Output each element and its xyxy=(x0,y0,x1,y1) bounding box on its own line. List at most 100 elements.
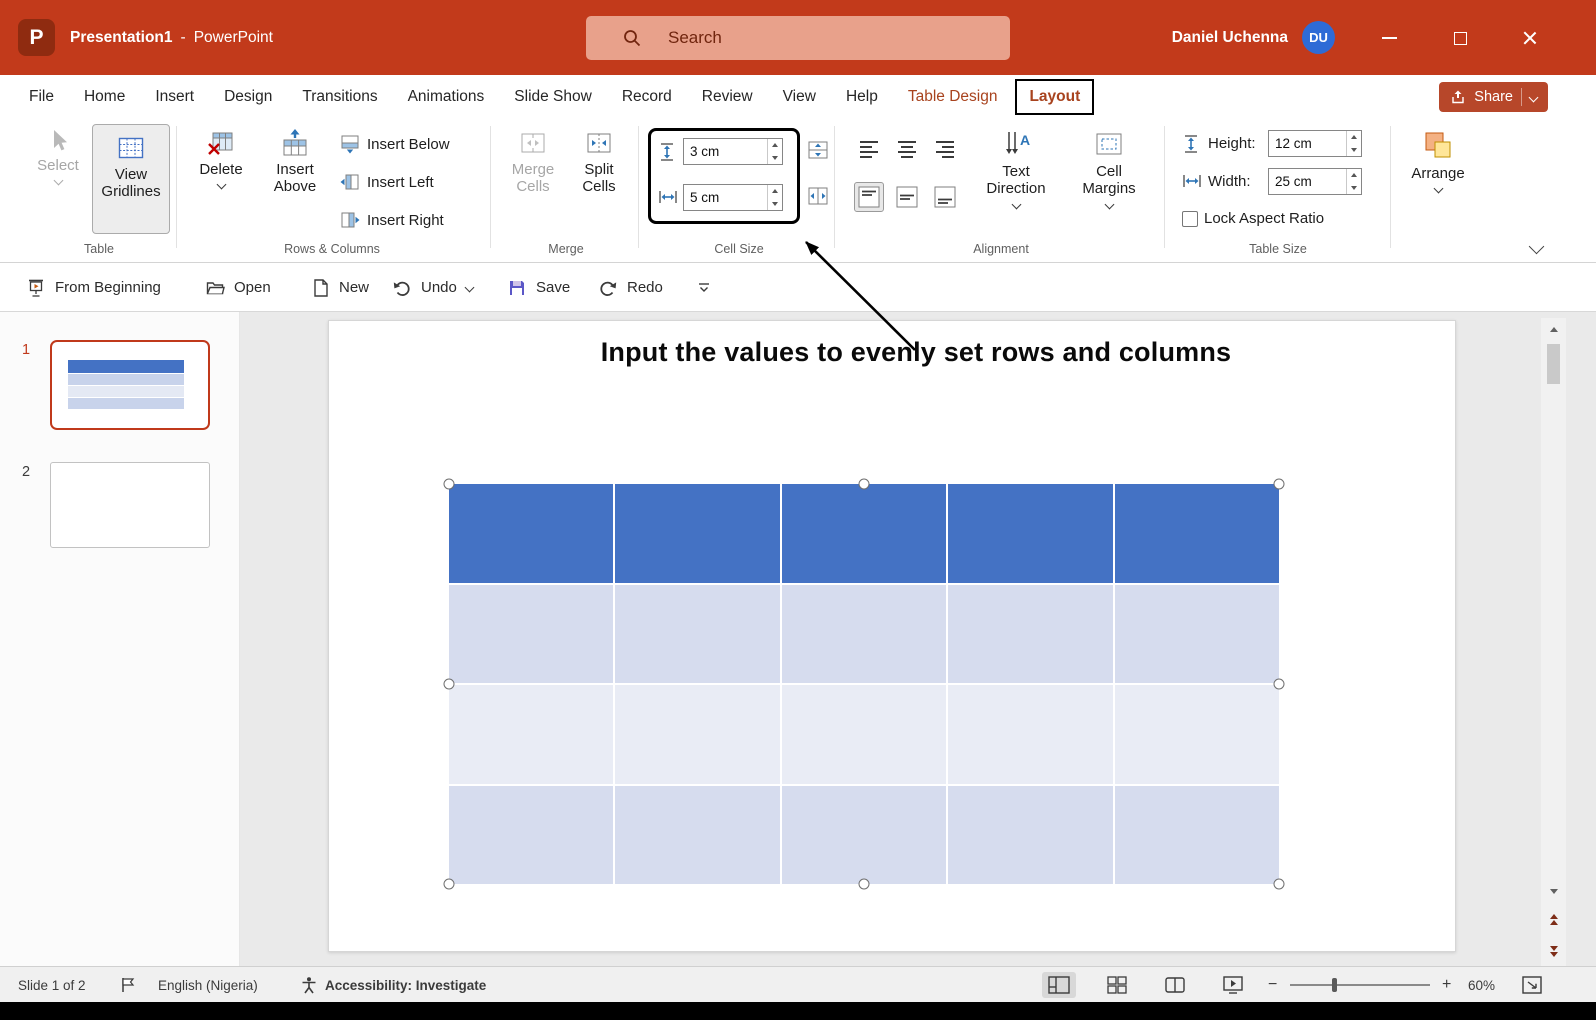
from-beginning-button[interactable]: From Beginning xyxy=(26,263,161,312)
table-handle-top-middle[interactable] xyxy=(859,479,870,490)
split-cells-button[interactable]: Split Cells xyxy=(570,128,628,196)
delete-chevron-icon[interactable] xyxy=(216,180,226,190)
table-handle-middle-left[interactable] xyxy=(444,679,455,690)
tab-file[interactable]: File xyxy=(14,75,69,118)
table-cell[interactable] xyxy=(1115,585,1279,684)
save-button[interactable]: Save xyxy=(507,263,570,312)
maximize-button[interactable] xyxy=(1437,15,1483,61)
redo-button[interactable]: Redo xyxy=(598,263,663,312)
distribute-columns-button[interactable] xyxy=(806,184,830,213)
arrange-chevron-icon[interactable] xyxy=(1433,184,1443,194)
table-cell[interactable] xyxy=(1115,786,1279,885)
table-handle-top-right[interactable] xyxy=(1274,479,1285,490)
powerpoint-logo-icon[interactable]: P xyxy=(18,19,55,56)
zoom-level-button[interactable]: 60% xyxy=(1468,967,1495,1003)
insert-left-button[interactable]: Insert Left xyxy=(340,168,434,196)
tab-record[interactable]: Record xyxy=(607,75,687,118)
scroll-up-button[interactable] xyxy=(1541,318,1566,340)
cell-height-increase-button[interactable] xyxy=(768,139,782,152)
scroll-down-button[interactable] xyxy=(1541,880,1566,902)
align-left-button[interactable] xyxy=(854,134,884,164)
insert-above-button[interactable]: Insert Above xyxy=(264,128,326,196)
share-chevron-icon[interactable] xyxy=(1529,92,1539,102)
table-handle-bottom-left[interactable] xyxy=(444,879,455,890)
tab-animations[interactable]: Animations xyxy=(393,75,500,118)
table-cell[interactable] xyxy=(782,786,946,885)
lock-aspect-ratio-control[interactable]: Lock Aspect Ratio xyxy=(1182,210,1324,227)
cell-width-increase-button[interactable] xyxy=(768,185,782,198)
table-header-cell[interactable] xyxy=(449,484,613,583)
slide-2-thumbnail[interactable] xyxy=(50,462,210,548)
tab-layout[interactable]: Layout xyxy=(1015,79,1094,115)
table-cell[interactable] xyxy=(615,585,779,684)
align-center-vertically-button[interactable] xyxy=(892,182,922,212)
tab-table-design[interactable]: Table Design xyxy=(893,75,1013,118)
insert-right-button[interactable]: Insert Right xyxy=(340,206,444,234)
zoom-slider-thumb[interactable] xyxy=(1332,978,1337,992)
table-header-cell[interactable] xyxy=(615,484,779,583)
arrange-button[interactable]: Arrange xyxy=(1398,128,1478,192)
cell-margins-button[interactable]: Cell Margins xyxy=(1066,128,1152,208)
table-handle-bottom-middle[interactable] xyxy=(859,879,870,890)
normal-view-button[interactable] xyxy=(1042,972,1076,998)
table-cell[interactable] xyxy=(948,786,1112,885)
align-top-button[interactable] xyxy=(854,182,884,212)
distribute-rows-button[interactable] xyxy=(806,138,830,167)
vertical-scrollbar[interactable] xyxy=(1541,318,1566,966)
tab-view[interactable]: View xyxy=(768,75,831,118)
fit-slide-button[interactable] xyxy=(1522,967,1542,1003)
slide-indicator[interactable]: Slide 1 of 2 xyxy=(18,967,86,1003)
table-cell[interactable] xyxy=(782,585,946,684)
user-name[interactable]: Daniel Uchenna xyxy=(1172,0,1288,75)
align-bottom-button[interactable] xyxy=(930,182,960,212)
zoom-slider[interactable] xyxy=(1290,984,1430,986)
table-height-input[interactable]: 12 cm xyxy=(1268,130,1362,157)
open-button[interactable]: Open xyxy=(205,263,271,312)
slide-sorter-view-button[interactable] xyxy=(1100,972,1134,998)
table-cell[interactable] xyxy=(449,685,613,784)
cell-width-input[interactable]: 5 cm xyxy=(683,184,783,211)
undo-chevron-icon[interactable] xyxy=(464,283,474,293)
text-direction-button[interactable]: A Text Direction xyxy=(974,128,1058,208)
language-button[interactable]: English (Nigeria) xyxy=(158,967,258,1003)
table-header-cell[interactable] xyxy=(782,484,946,583)
align-right-button[interactable] xyxy=(930,134,960,164)
minimize-button[interactable] xyxy=(1366,15,1412,61)
next-slide-button[interactable] xyxy=(1541,940,1566,962)
close-button[interactable] xyxy=(1507,15,1553,61)
customize-toolbar-button[interactable] xyxy=(697,263,711,312)
slide-table[interactable] xyxy=(449,484,1279,884)
tab-design[interactable]: Design xyxy=(209,75,287,118)
table-width-decrease-button[interactable] xyxy=(1347,182,1361,195)
view-gridlines-button[interactable]: View Gridlines xyxy=(92,124,170,234)
tab-home[interactable]: Home xyxy=(69,75,140,118)
previous-slide-button[interactable] xyxy=(1541,908,1566,930)
table-cell[interactable] xyxy=(615,685,779,784)
table-cell[interactable] xyxy=(449,585,613,684)
tab-review[interactable]: Review xyxy=(687,75,768,118)
table-width-input[interactable]: 25 cm xyxy=(1268,168,1362,195)
slideshow-view-button[interactable] xyxy=(1216,972,1250,998)
table-width-increase-button[interactable] xyxy=(1347,169,1361,182)
zoom-out-button[interactable]: − xyxy=(1268,967,1277,1003)
search-box[interactable]: Search xyxy=(586,16,1010,60)
table-height-increase-button[interactable] xyxy=(1347,131,1361,144)
slide-1-thumbnail[interactable] xyxy=(50,340,210,430)
scrollbar-thumb[interactable] xyxy=(1547,344,1560,384)
text-direction-chevron-icon[interactable] xyxy=(1011,199,1021,209)
table-cell[interactable] xyxy=(449,786,613,885)
reading-view-button[interactable] xyxy=(1158,972,1192,998)
cell-height-input[interactable]: 3 cm xyxy=(683,138,783,165)
collapse-ribbon-chevron-icon[interactable] xyxy=(1529,239,1545,255)
table-height-decrease-button[interactable] xyxy=(1347,144,1361,157)
user-avatar[interactable]: DU xyxy=(1302,21,1335,54)
cell-height-decrease-button[interactable] xyxy=(768,152,782,165)
undo-button[interactable]: Undo xyxy=(392,263,473,312)
share-button[interactable]: Share xyxy=(1439,82,1548,112)
table-cell[interactable] xyxy=(948,685,1112,784)
align-center-button[interactable] xyxy=(892,134,922,164)
zoom-in-button[interactable]: + xyxy=(1442,967,1451,1003)
new-button[interactable]: New xyxy=(312,263,369,312)
insert-below-button[interactable]: Insert Below xyxy=(340,130,450,158)
tab-transitions[interactable]: Transitions xyxy=(287,75,392,118)
